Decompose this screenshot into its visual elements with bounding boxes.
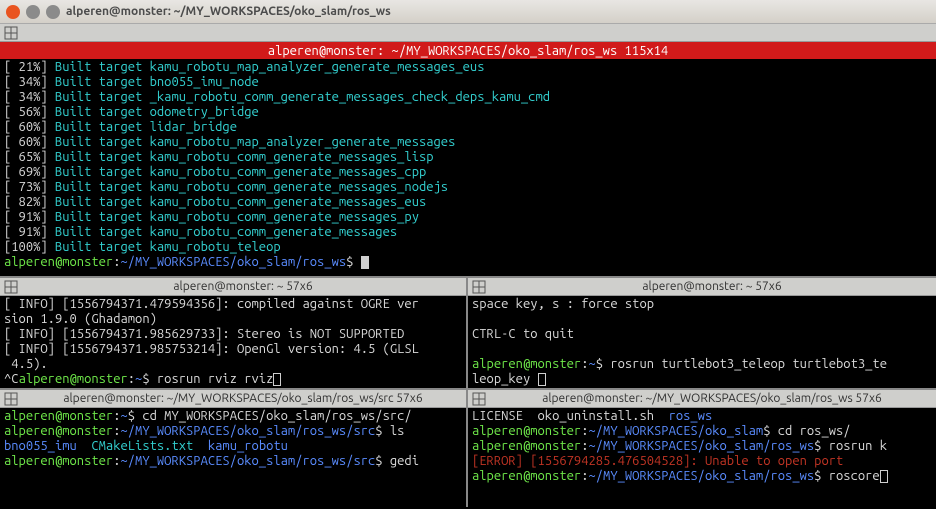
build-line: [ 34%] Built target _kamu_robotu_comm_ge… [4,90,550,104]
bottom-row: alperen@monster: ~/MY_WORKSPACES/oko_sla… [0,390,936,507]
cursor-icon [361,256,369,269]
build-line: [ 60%] Built target kamu_robotu_map_anal… [4,135,455,149]
cursor-icon [538,373,546,386]
build-line: [100%] Built target kamu_robotu_teleop [4,240,281,254]
build-line: [ 21%] Built target kamu_robotu_map_anal… [4,60,485,74]
prompt: alperen@monster:~$ [472,357,610,371]
terminal-window: alperen@monster: ~/MY_WORKSPACES/oko_sla… [0,0,936,509]
terminal-output[interactable]: space key, s : force stop CTRL-C to quit… [468,296,936,388]
split-icon[interactable] [472,280,486,294]
prompt: alperen@monster:~/MY_WORKSPACES/oko_slam… [472,424,778,438]
build-line: [ 82%] Built target kamu_robotu_comm_gen… [4,195,426,209]
active-pane-title: alperen@monster: ~/MY_WORKSPACES/oko_sla… [0,42,936,59]
command: ls [390,424,405,438]
ls-output: LICENSE oko_uninstall.sh ros_ws [472,409,712,423]
split-icon[interactable] [4,26,18,40]
build-line: [ 91%] Built target kamu_robotu_comm_gen… [4,210,419,224]
cursor-icon [880,470,888,483]
pane-title: alperen@monster: ~ 57x6 [492,280,932,293]
log-line: [ INFO] [1556794371.985753214]: OpenGl v… [4,342,419,356]
middle-row: alperen@monster: ~ 57x6 [ INFO] [1556794… [0,278,936,390]
terminal-output[interactable]: [ INFO] [1556794371.479594356]: compiled… [0,296,466,388]
command: gedi [390,454,419,468]
minimize-icon[interactable] [26,5,40,19]
pane-tab-bar [0,24,936,42]
prompt: alperen@monster:~$ [4,409,142,423]
window-title: alperen@monster: ~/MY_WORKSPACES/oko_sla… [66,5,391,18]
active-pane-title-text: alperen@monster: ~/MY_WORKSPACES/oko_sla… [268,44,668,58]
bot-left-terminal-pane[interactable]: alperen@monster: ~/MY_WORKSPACES/oko_sla… [0,390,468,507]
mid-right-terminal-pane[interactable]: alperen@monster: ~ 57x6 space key, s : f… [468,278,936,388]
build-line: [ 91%] Built target kamu_robotu_comm_gen… [4,225,397,239]
pane-tab-bar: alperen@monster: ~/MY_WORKSPACES/oko_sla… [0,390,466,408]
cursor-icon [273,373,281,386]
pane-title: alperen@monster: ~/MY_WORKSPACES/oko_sla… [492,392,932,405]
split-icon[interactable] [4,280,18,294]
mid-left-terminal-pane[interactable]: alperen@monster: ~ 57x6 [ INFO] [1556794… [0,278,468,388]
close-icon[interactable] [6,5,20,19]
command-cont: leop_key [472,372,538,386]
log-line: space key, s : force stop [472,297,654,311]
build-line: [ 69%] Built target kamu_robotu_comm_gen… [4,165,426,179]
prompt: alperen@monster:~/MY_WORKSPACES/oko_slam… [4,255,361,269]
split-icon[interactable] [4,392,18,406]
ctrl-c: ^C [4,372,19,386]
build-line: [ 65%] Built target kamu_robotu_comm_gen… [4,150,434,164]
command: rosrun turtlebot3_teleop turtlebot3_te [610,357,887,371]
bot-right-terminal-pane[interactable]: alperen@monster: ~/MY_WORKSPACES/oko_sla… [468,390,936,507]
maximize-icon[interactable] [46,5,60,19]
pane-title: alperen@monster: ~/MY_WORKSPACES/oko_sla… [24,392,462,405]
prompt: alperen@monster:~$ [19,372,157,386]
terminal-output[interactable]: alperen@monster:~$ cd MY_WORKSPACES/oko_… [0,408,466,507]
window-titlebar[interactable]: alperen@monster: ~/MY_WORKSPACES/oko_sla… [0,0,936,24]
prompt: alperen@monster:~/MY_WORKSPACES/oko_slam… [472,439,829,453]
build-line: [ 73%] Built target kamu_robotu_comm_gen… [4,180,448,194]
terminal-output[interactable]: [ 21%] Built target kamu_robotu_map_anal… [0,59,936,276]
pane-tab-bar: alperen@monster: ~/MY_WORKSPACES/oko_sla… [468,390,936,408]
command: roscore [829,469,880,483]
build-line: [ 56%] Built target odometry_bridge [4,105,259,119]
log-line: [ INFO] [1556794371.479594356]: compiled… [4,297,419,311]
pane-tab-bar: alperen@monster: ~ 57x6 [0,278,466,296]
command: rosrun rviz rviz [157,372,273,386]
build-line: [ 34%] Built target bno055_imu_node [4,75,259,89]
top-terminal-pane[interactable]: alperen@monster: ~/MY_WORKSPACES/oko_sla… [0,24,936,278]
log-line: CTRL-C to quit [472,327,574,341]
prompt: alperen@monster:~/MY_WORKSPACES/oko_slam… [4,424,390,438]
terminal-output[interactable]: LICENSE oko_uninstall.sh ros_ws alperen@… [468,408,936,507]
log-line: [ INFO] [1556794371.985629733]: Stereo i… [4,327,404,341]
split-icon[interactable] [472,392,486,406]
log-line: 4.5). [4,357,48,371]
command: cd MY_WORKSPACES/oko_slam/ros_ws/src/ [142,409,411,423]
pane-title: alperen@monster: ~ 57x6 [24,280,462,293]
command: rosrun k [829,439,887,453]
pane-tab-bar: alperen@monster: ~ 57x6 [468,278,936,296]
error-line: [ERROR] [1556794285.476504528]: Unable t… [472,454,843,468]
ls-output: bno055_imu CMakeLists.txt kamu_robotu [4,439,288,453]
prompt: alperen@monster:~/MY_WORKSPACES/oko_slam… [4,454,390,468]
build-line: [ 60%] Built target lidar_bridge [4,120,237,134]
terminator-panes: alperen@monster: ~/MY_WORKSPACES/oko_sla… [0,24,936,509]
log-line: sion 1.9.0 (Ghadamon) [4,312,157,326]
prompt: alperen@monster:~/MY_WORKSPACES/oko_slam… [472,469,829,483]
command: cd ros_ws/ [778,424,851,438]
